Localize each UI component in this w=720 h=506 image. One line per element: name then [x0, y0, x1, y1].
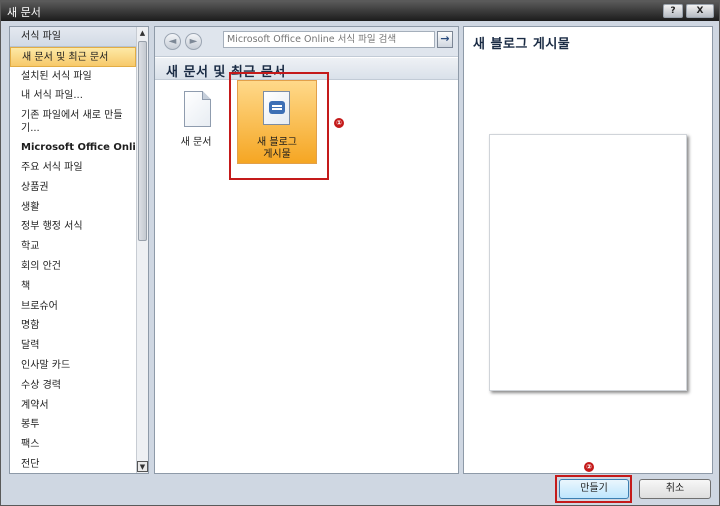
category-pane: 서식 파일 새 문서 및 최근 문서 설치된 서식 파일 내 서식 파일... … — [9, 26, 149, 474]
category-item-faxes[interactable]: 팩스 — [10, 435, 136, 455]
blank-document-tile[interactable]: 새 문서 — [168, 87, 224, 157]
category-item-greeting-cards[interactable]: 인사말 카드 — [10, 356, 136, 376]
forward-arrow-icon[interactable]: ► — [185, 33, 202, 50]
new-document-dialog: 새 문서 ? X 서식 파일 새 문서 및 최근 문서 설치된 서식 파일 내 … — [0, 0, 720, 506]
category-item-flyers[interactable]: 전단 — [10, 455, 136, 473]
category-item-agendas[interactable]: 회의 안건 — [10, 257, 136, 277]
scroll-down-icon[interactable]: ▼ — [137, 461, 148, 472]
annotation-marker-1: ① — [334, 118, 344, 128]
category-item-brochures[interactable]: 브로슈어 — [10, 297, 136, 317]
close-button[interactable]: X — [686, 4, 714, 18]
category-item-school[interactable]: 학교 — [10, 237, 136, 257]
category-item-business-cards[interactable]: 명함 — [10, 316, 136, 336]
category-item-awards[interactable]: 수상 경력 — [10, 376, 136, 396]
category-item-office-online[interactable]: Microsoft Office Online — [10, 138, 148, 158]
preview-pane: 새 블로그 게시물 — [463, 26, 713, 474]
preview-title: 새 블로그 게시물 — [473, 37, 571, 52]
window-title: 새 문서 — [7, 6, 41, 19]
category-scrollbar[interactable]: ▲ ▼ — [136, 27, 148, 473]
category-item-installed-templates[interactable]: 설치된 서식 파일 — [10, 67, 136, 87]
category-item-featured[interactable]: 주요 서식 파일 — [10, 158, 136, 178]
category-item-envelopes[interactable]: 봉투 — [10, 415, 136, 435]
category-list: 서식 파일 새 문서 및 최근 문서 설치된 서식 파일 내 서식 파일... … — [10, 27, 148, 473]
category-item-government-forms[interactable]: 정부 행정 서식 — [10, 217, 136, 237]
template-toolbar: ◄ ► → — [155, 27, 458, 57]
create-button[interactable]: 만들기 — [559, 479, 629, 499]
category-item-contracts[interactable]: 계약서 — [10, 396, 136, 416]
title-bar: 새 문서 ? X — [1, 1, 719, 21]
scroll-up-icon[interactable]: ▲ — [137, 28, 148, 39]
scroll-thumb[interactable] — [138, 41, 147, 241]
template-search-input[interactable] — [223, 31, 435, 48]
category-header: 서식 파일 — [10, 27, 136, 47]
category-item-calendars[interactable]: 달력 — [10, 336, 136, 356]
category-item-new-from-existing[interactable]: 기존 파일에서 새로 만들기... — [10, 106, 136, 138]
annotation-marker-2: ② — [584, 462, 594, 472]
category-item-new-and-recent[interactable]: 새 문서 및 최근 문서 — [10, 46, 136, 67]
back-arrow-icon[interactable]: ◄ — [164, 33, 181, 50]
blank-document-icon — [184, 91, 211, 127]
blank-document-label: 새 문서 — [180, 137, 212, 148]
search-go-icon[interactable]: → — [437, 31, 453, 48]
preview-thumbnail — [489, 134, 687, 391]
category-item-my-templates[interactable]: 내 서식 파일... — [10, 86, 136, 106]
help-button[interactable]: ? — [663, 4, 683, 18]
category-item-gift-certificates[interactable]: 상품권 — [10, 178, 136, 198]
template-pane: ◄ ► → 새 문서 및 최근 문서 새 문서 새 블로그 게시물 ① — [154, 26, 459, 474]
annotation-box-1 — [229, 72, 329, 180]
cancel-button[interactable]: 취소 — [639, 479, 711, 499]
category-item-books[interactable]: 책 — [10, 277, 136, 297]
category-item-life[interactable]: 생활 — [10, 198, 136, 218]
